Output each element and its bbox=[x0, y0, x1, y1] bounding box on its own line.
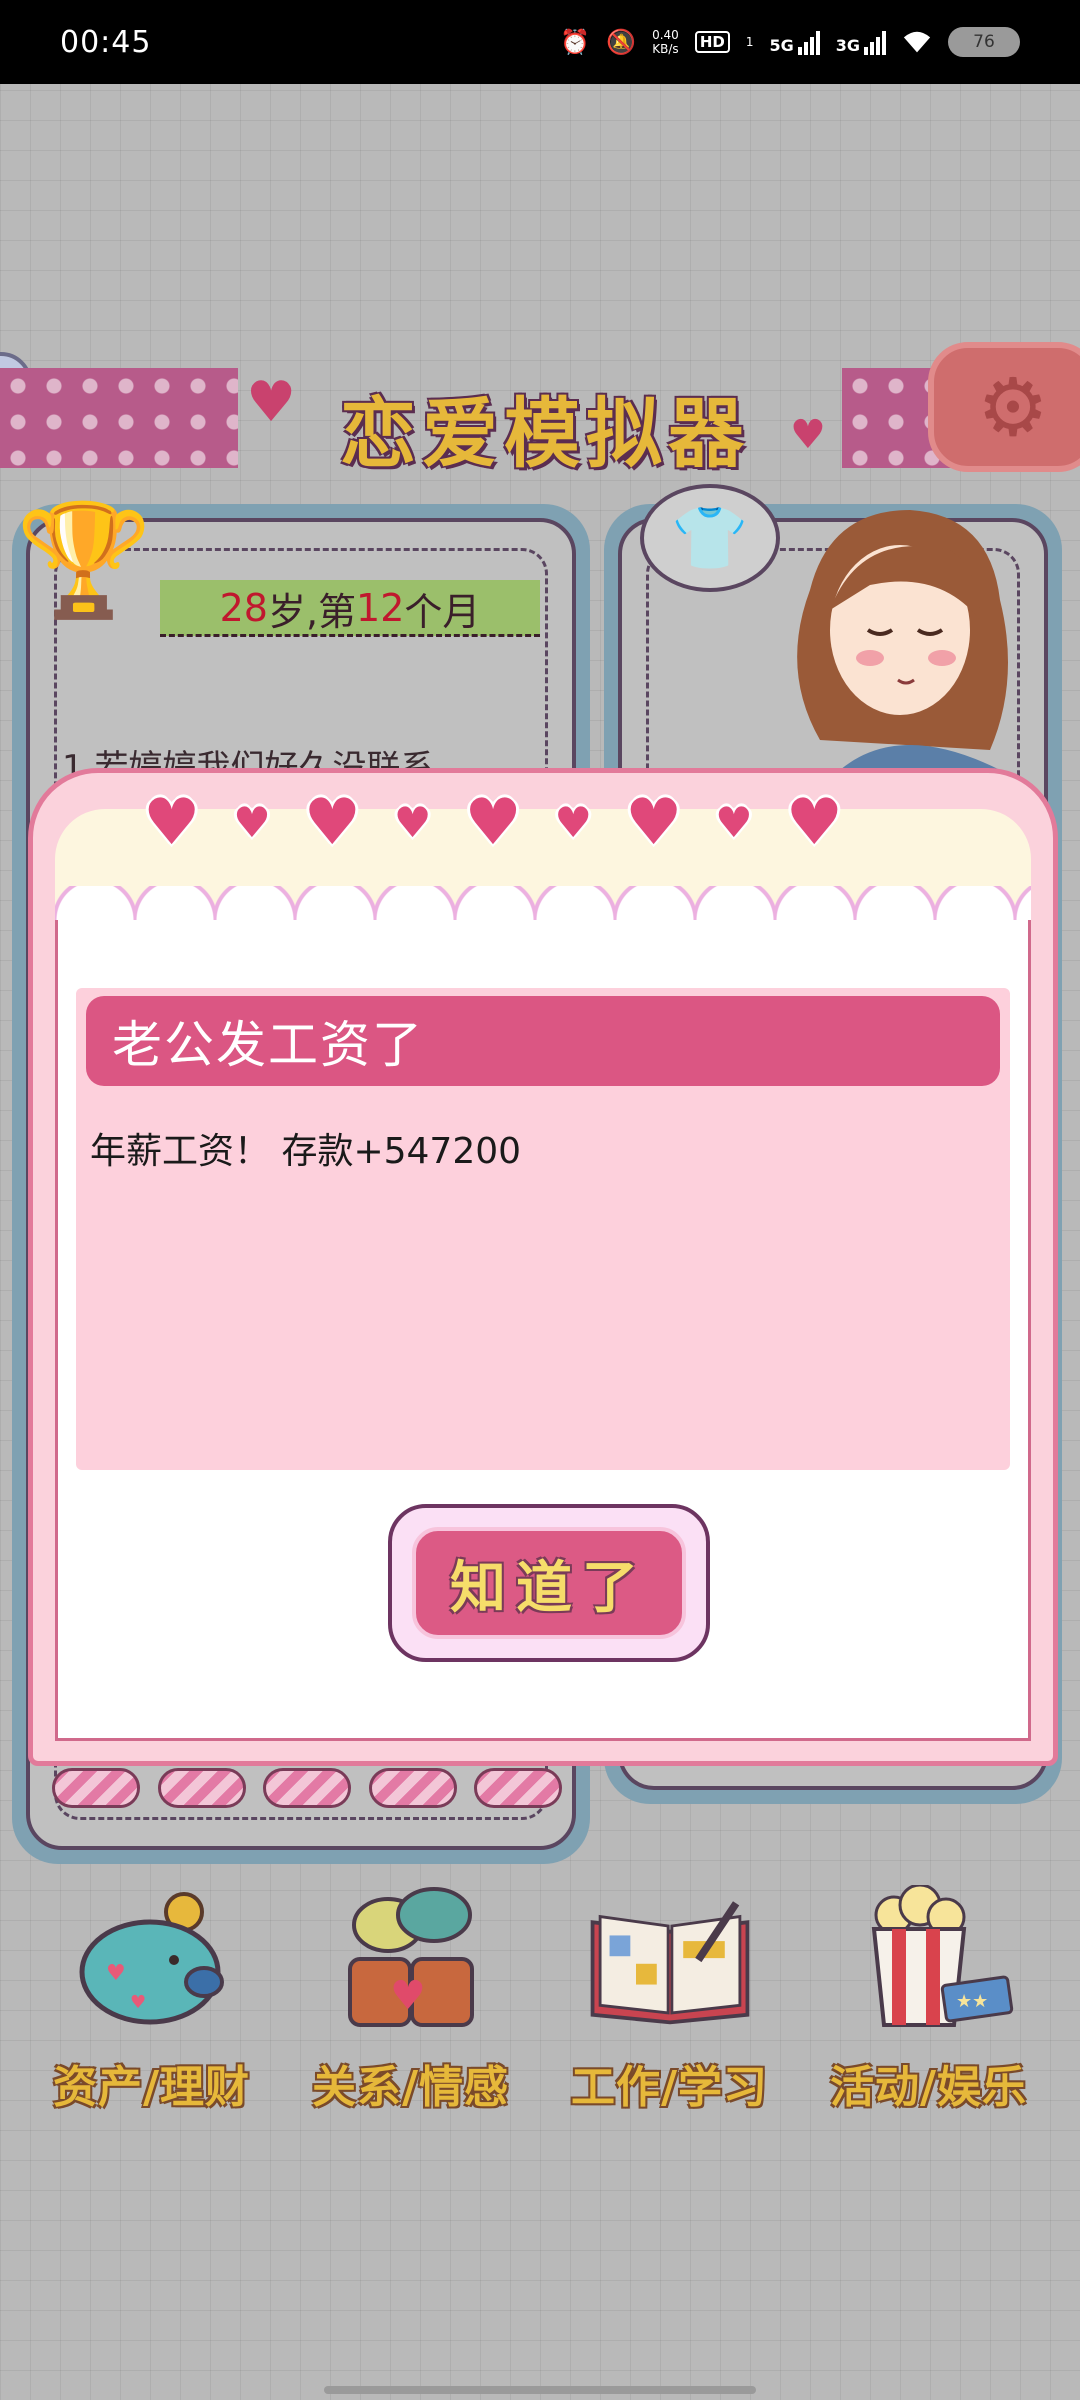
candy-icon bbox=[263, 1768, 351, 1808]
age-suffix: 个月 bbox=[404, 589, 481, 634]
dialog-body: 老公发工资了 年薪工资！ 存款+547200 知道了 bbox=[55, 886, 1031, 1741]
heart-icon: ♥ bbox=[554, 798, 593, 847]
network-label-1: 5G bbox=[769, 36, 794, 55]
menu-work-study[interactable]: 工作/学习 bbox=[550, 1885, 790, 2125]
decor-tape-left bbox=[0, 368, 238, 468]
scallop-edge bbox=[55, 886, 1031, 920]
dialog-title: 老公发工资了 bbox=[86, 996, 1000, 1086]
menu-label: 资产/理财 bbox=[52, 2062, 251, 2113]
menu-activity-entertainment[interactable]: ★★ 活动/娱乐 bbox=[809, 1885, 1049, 2125]
heart-icon: ♥ bbox=[715, 798, 753, 847]
status-bar: 00:45 ⏰ 🔕 0.40 KB/s HD 1 5G 3G 76 bbox=[0, 0, 1080, 84]
net-speed-value: 0.40 bbox=[652, 28, 679, 42]
mute-bell-icon: 🔕 bbox=[606, 28, 637, 56]
battery-level: 76 bbox=[973, 32, 995, 52]
dialog-message: 年薪工资！ 存款+547200 bbox=[90, 1131, 522, 1172]
gear-icon: ⚙ bbox=[977, 360, 1049, 454]
menu-label: 活动/娱乐 bbox=[829, 2062, 1028, 2113]
hd-sub: 1 bbox=[745, 35, 754, 49]
signal-3g: 3G bbox=[836, 29, 886, 55]
menu-label: 关系/情感 bbox=[311, 2062, 510, 2113]
popcorn-icon: ★★ bbox=[844, 1885, 1014, 2035]
net-speed-unit: KB/s bbox=[652, 42, 679, 56]
svg-text:♥: ♥ bbox=[130, 1992, 146, 2013]
svg-text:★★: ★★ bbox=[956, 1991, 988, 2012]
girlfriend-avatar bbox=[797, 510, 1008, 770]
heart-decor-icon: ♥ bbox=[790, 412, 826, 458]
candy-icon bbox=[52, 1768, 140, 1808]
network-label-2: 3G bbox=[835, 36, 860, 55]
net-speed: 0.40 KB/s bbox=[652, 28, 679, 56]
status-time: 00:45 bbox=[60, 24, 152, 60]
hearts-decoration: ♥ ♥ ♥ ♥ ♥ ♥ ♥ ♥ ♥ bbox=[143, 783, 843, 863]
svg-text:♥: ♥ bbox=[390, 1973, 426, 2019]
svg-text:♥: ♥ bbox=[106, 1961, 126, 1986]
hd-badge: HD bbox=[694, 31, 730, 53]
candy-icon bbox=[157, 1768, 246, 1808]
home-indicator[interactable] bbox=[324, 2386, 756, 2394]
age-month: 12 bbox=[356, 586, 405, 630]
alarm-icon: ⏰ bbox=[560, 28, 591, 56]
confirm-button[interactable]: 知道了 bbox=[412, 1527, 686, 1639]
menu-relationship-emotion[interactable]: ♥ 关系/情感 bbox=[291, 1885, 531, 2125]
open-book-icon bbox=[585, 1885, 755, 2035]
age-label: 28 岁,第 12 个月 bbox=[160, 580, 540, 636]
menu-label: 工作/学习 bbox=[570, 2062, 769, 2113]
candy-icon bbox=[474, 1768, 562, 1808]
age-middle: 岁,第 bbox=[267, 589, 357, 634]
heart-icon: ♥ bbox=[393, 798, 432, 847]
heart-icon: ♥ bbox=[464, 786, 522, 860]
app-title: 恋爱模拟器 bbox=[340, 389, 750, 478]
candy-icon bbox=[368, 1768, 457, 1808]
confirm-button-frame[interactable]: 知道了 bbox=[388, 1504, 710, 1662]
message-box: 老公发工资了 年薪工资！ 存款+547200 bbox=[76, 988, 1010, 1470]
wifi-icon bbox=[902, 27, 932, 57]
candy-decoration bbox=[52, 1768, 562, 1812]
main-menu: ♥ ♥ 资产/理财 ♥ 关系/情感 工作/学习 ★★ 活动/娱乐 bbox=[0, 1885, 1080, 2135]
battery-icon: 76 bbox=[948, 27, 1020, 57]
heart-icon: ♥ bbox=[143, 786, 201, 860]
heart-decor-icon: ♥ bbox=[246, 370, 297, 435]
age-underline bbox=[160, 634, 540, 637]
heart-icon: ♥ bbox=[785, 786, 843, 860]
shirt-icon: 👕 bbox=[671, 501, 749, 574]
event-dialog: ♥ ♥ ♥ ♥ ♥ ♥ ♥ ♥ ♥ 老公发工资了 年薪工资！ 存款+547200… bbox=[28, 768, 1058, 1766]
settings-button[interactable]: ⚙ bbox=[928, 342, 1080, 472]
coffee-cups-icon: ♥ bbox=[326, 1885, 496, 2035]
heart-icon: ♥ bbox=[303, 786, 362, 860]
trophy-icon: 🏆 bbox=[15, 495, 153, 624]
signal-5g: 5G bbox=[769, 29, 820, 55]
menu-assets-finance[interactable]: ♥ ♥ 资产/理财 bbox=[32, 1885, 272, 2125]
age-years: 28 bbox=[219, 586, 268, 630]
heart-icon: ♥ bbox=[624, 786, 683, 860]
heart-icon: ♥ bbox=[233, 798, 271, 847]
status-icons: ⏰ 🔕 0.40 KB/s HD 1 5G 3G 76 bbox=[560, 27, 1020, 57]
piggy-bank-icon: ♥ ♥ bbox=[67, 1885, 237, 2035]
